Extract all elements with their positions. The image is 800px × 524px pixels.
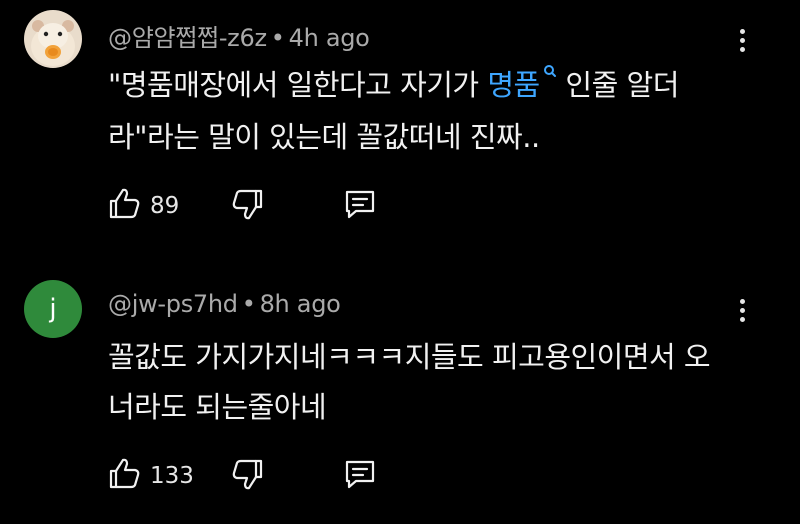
comment-text: 너라도 되는줄아네: [108, 390, 327, 424]
reply-icon[interactable]: [342, 456, 378, 492]
comment-text: "명품매장에서 일한다고 자기가: [108, 68, 488, 102]
search-link[interactable]: 명품: [487, 68, 540, 102]
meta-separator: •: [270, 24, 285, 52]
comment-time: 8h ago: [259, 290, 341, 318]
avatar[interactable]: [24, 10, 82, 68]
comment-text: 인줄 알더: [556, 68, 679, 102]
like-count: 133: [150, 463, 194, 489]
comment-author[interactable]: @jw-ps7hd: [108, 290, 238, 318]
comment-meta: @얌얌쩝쩝-z6z • 4h ago: [108, 18, 370, 53]
dislike-icon[interactable]: [230, 186, 266, 222]
hamster-avatar-icon: [24, 10, 82, 68]
comment-text: 꼴값도 가지가지네ㅋㅋㅋ지들도 피고용인이면서 오: [108, 340, 711, 374]
search-icon[interactable]: [543, 64, 557, 78]
dislike-icon[interactable]: [230, 456, 266, 492]
comment-text-line-2: 너라도 되는줄아네: [108, 384, 327, 426]
avatar[interactable]: j: [24, 280, 82, 338]
like-icon[interactable]: [106, 456, 142, 492]
comment-text-line-1: 꼴값도 가지가지네ㅋㅋㅋ지들도 피고용인이면서 오: [108, 334, 711, 376]
like-count: 89: [150, 193, 180, 219]
more-options-icon[interactable]: [727, 290, 757, 330]
reply-icon[interactable]: [342, 186, 378, 222]
comment-2: j @jw-ps7hd • 8h ago 꼴값도 가지가지네ㅋㅋㅋ지들도 피고용인이…: [0, 260, 800, 524]
meta-separator: •: [241, 290, 256, 318]
comment-meta: @jw-ps7hd • 8h ago: [108, 290, 341, 318]
avatar-letter: j: [49, 294, 57, 324]
more-options-icon[interactable]: [727, 20, 757, 60]
like-icon[interactable]: [106, 186, 142, 222]
comment-1: @얌얌쩝쩝-z6z • 4h ago "명품매장에서 일한다고 자기가 명품 인줄 …: [0, 0, 800, 260]
comment-author[interactable]: @얌얌쩝쩝-z6z: [108, 24, 267, 52]
comment-time: 4h ago: [288, 24, 370, 52]
comment-text-line-1: "명품매장에서 일한다고 자기가 명품 인줄 알더: [108, 62, 679, 104]
comment-text-line-2: 라"라는 말이 있는데 꼴값떠네 진짜..: [108, 114, 540, 156]
comment-text: 라"라는 말이 있는데 꼴값떠네 진짜..: [108, 120, 540, 154]
